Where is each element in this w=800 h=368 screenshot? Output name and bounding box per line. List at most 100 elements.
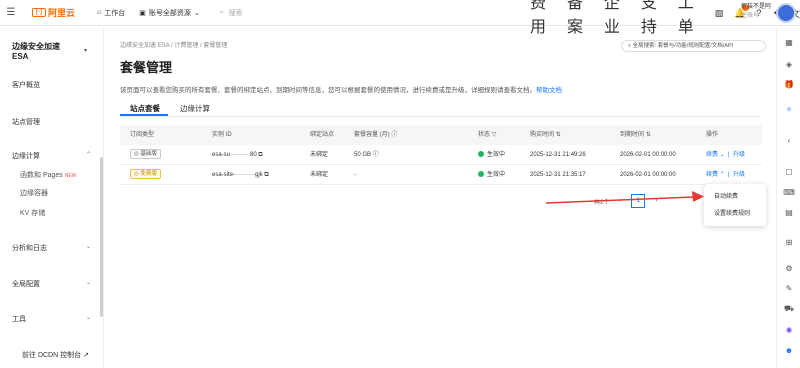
crumb-plans: 套餐管理	[203, 43, 228, 49]
annotation-arrow-icon	[545, 191, 704, 204]
col-instance: 实例 ID	[212, 132, 232, 138]
workspace-label: 工作台	[104, 9, 126, 17]
auto-renew-option[interactable]: 自动续费	[714, 191, 738, 200]
sidebar-item-analytics[interactable]: 分析和日志	[12, 243, 47, 253]
copy-icon[interactable]: ⧉	[258, 152, 262, 158]
cart-icon[interactable]: ⛟	[783, 303, 795, 315]
sidebar-scrollbar[interactable]	[100, 157, 103, 317]
dcdn-link-label: 前往 DCDN 控制台	[22, 352, 82, 359]
renew-rule-option[interactable]: 设置续费规则	[714, 208, 750, 217]
renew-button[interactable]: 续费	[706, 172, 718, 178]
upgrade-button[interactable]: 升级	[733, 152, 745, 158]
document-icon[interactable]: ▤	[783, 207, 795, 219]
brand-logo[interactable]: [-] 阿里云	[32, 6, 75, 19]
sidebar-item-kv[interactable]: KV 存储	[20, 208, 45, 218]
status-cell: 生效中	[478, 145, 505, 165]
dcdn-console-link[interactable]: 前往 DCDN 控制台 ↗	[22, 350, 89, 360]
assistant-icon[interactable]: ✺	[783, 325, 795, 337]
col-status: 状态 ▽	[478, 125, 496, 145]
crumb-billing[interactable]: 计费管理	[174, 43, 198, 49]
avatar[interactable]	[776, 3, 796, 23]
account-icon: ▣	[139, 9, 146, 17]
tab-bar: 站点套餐 边缘计算	[120, 101, 760, 117]
type-cell: ◎ 免费版	[130, 165, 161, 185]
chevron-up-icon[interactable]: ⌃	[720, 172, 725, 178]
bound-site: 未绑定	[310, 172, 329, 178]
product-switch-icon[interactable]: ▾	[84, 47, 87, 54]
grid-icon[interactable]: ▦	[783, 37, 795, 49]
quota-cell: 50 GB ⓘ	[354, 145, 379, 165]
col-quota-label: 套餐容量 (月)	[354, 132, 390, 138]
renew-dropdown: 自动续费 设置续费规则	[704, 184, 766, 226]
customer-service-icon[interactable]: ☻	[783, 345, 795, 357]
account-selector[interactable]: ▣ 账号全部资源 ⌄	[139, 8, 200, 18]
instance-id: esa-site-··········gjk	[212, 172, 263, 178]
sidebar-item-sites[interactable]: 站点管理	[12, 117, 40, 127]
info-icon[interactable]: ⓘ	[373, 152, 379, 158]
success-icon	[478, 151, 484, 158]
col-purchase-label: 购买时间	[530, 132, 555, 138]
plan-tag: ◎ 免费版	[130, 169, 161, 180]
sidebar: 边缘安全加速 ESA ▾ 客户概览 站点管理 边缘计算 ⌃ 函数和 Pages N…	[0, 27, 104, 368]
product-title: 边缘安全加速	[12, 42, 60, 51]
tab-site-plans[interactable]: 站点套餐	[130, 103, 160, 114]
sort-icon[interactable]: ⇅	[646, 132, 651, 138]
ai-icon[interactable]: ✧	[783, 104, 795, 116]
help-doc-link[interactable]: 帮助文档	[536, 87, 562, 94]
user-info[interactable]: 假装不是阿 主账号	[741, 3, 771, 21]
search-input[interactable]: ⌕ 搜索	[220, 8, 460, 18]
edit-icon[interactable]: ✎	[783, 283, 795, 295]
col-expire-label: 到期时间	[620, 132, 645, 138]
gift-icon[interactable]: 🎁	[783, 79, 795, 91]
renew-button[interactable]: 续费	[706, 152, 718, 158]
instance-cell: esa-su··········80 ⧉	[212, 145, 263, 165]
menu-icon[interactable]: ☰	[0, 7, 22, 18]
user-name: 假装不是阿	[741, 4, 772, 10]
sidebar-item-edge-compute[interactable]: 边缘计算	[12, 151, 40, 161]
upgrade-button[interactable]: 升级	[733, 172, 745, 178]
sort-icon[interactable]: ⇅	[556, 132, 561, 138]
settings-icon[interactable]: ⚙	[783, 263, 795, 275]
plan-type: 免费版	[140, 171, 157, 178]
chat-icon[interactable]: ☐	[783, 167, 795, 179]
success-icon	[478, 171, 484, 178]
table-header: 订阅类型 实例 ID 绑定站点 套餐容量 (月) ⓘ 状态 ▽ 购买时间 ⇅ 到…	[120, 125, 762, 145]
type-cell: ◎ 基础版	[130, 145, 161, 165]
sidebar-item-tools[interactable]: 工具	[12, 314, 26, 324]
chevron-up-icon[interactable]: ⌃	[86, 151, 91, 158]
grid-apps-icon[interactable]: ⊞	[783, 237, 795, 249]
cube-icon[interactable]: ◈	[783, 59, 795, 71]
table-row: ◎ 免费版 esa-site-··········gjk ⧉ 未绑定 - 生效中…	[120, 165, 762, 185]
sidebar-item-containers[interactable]: 边缘容器	[20, 188, 48, 198]
search-icon: ⌕	[219, 8, 224, 16]
workspace-link[interactable]: ⌂ 工作台	[97, 8, 125, 18]
col-purchase: 购买时间 ⇅	[530, 125, 561, 145]
chevron-down-icon[interactable]: ⌄	[86, 314, 91, 321]
image-icon[interactable]: ▧	[715, 8, 724, 19]
col-actions: 操作	[706, 132, 719, 138]
purchase-time: 2025-12-31 21:35:17	[530, 172, 586, 178]
plan-type: 基础版	[140, 151, 157, 158]
status-badge: 生效中	[487, 152, 506, 158]
copy-icon[interactable]: ⧉	[264, 172, 268, 178]
expire-time: 2026-02-01 00:00:00	[620, 172, 676, 178]
col-site: 绑定站点	[310, 132, 335, 138]
chevron-left-icon[interactable]: ‹	[783, 135, 795, 147]
chevron-down-icon[interactable]: ⌄	[86, 279, 91, 286]
page-description: 该页面可以查看您购买的所有套餐、套餐的绑定站点、到期时间等信息，您可以根据套餐的…	[120, 84, 562, 94]
tab-edge-compute[interactable]: 边缘计算	[180, 103, 210, 114]
user-role: 主账号	[741, 13, 760, 19]
chevron-down-icon[interactable]: ⌄	[86, 243, 91, 250]
global-search[interactable]: ⌕ 全局搜索: 套餐与/功能/规则配置/文档/API	[621, 40, 766, 52]
external-link-icon: ↗	[83, 352, 89, 359]
sidebar-item-functions[interactable]: 函数和 Pages NEW	[20, 170, 76, 180]
chevron-down-icon[interactable]: ⌄	[720, 152, 725, 158]
filter-icon[interactable]: ▽	[492, 132, 497, 138]
sidebar-item-global-config[interactable]: 全局配置	[12, 279, 40, 289]
col-quota: 套餐容量 (月) ⓘ	[354, 125, 397, 145]
info-icon[interactable]: ⓘ	[391, 132, 397, 138]
brand-name: 阿里云	[48, 8, 76, 18]
code-icon[interactable]: ⌨	[783, 187, 795, 199]
sidebar-item-overview[interactable]: 客户概览	[12, 80, 40, 90]
crumb-esa[interactable]: 边缘安全加速 ESA	[120, 43, 169, 49]
